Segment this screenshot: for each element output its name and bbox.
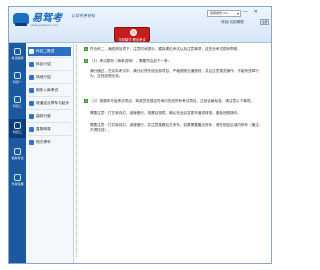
bullet-icon: 2 [84,59,88,63]
nav-item-guide[interactable]: 考试指南 [9,45,26,64]
menu-label: 场地介绍 [36,75,51,79]
divider [28,70,71,71]
nav-item-subject2-top[interactable]: 科目二 [9,93,26,112]
bullet-icon: 1 [84,47,88,51]
app-window: 易驾考 www.yijiakao.com 让驾考更轻松 选择城市 ALL — ✕… [8,6,272,264]
mode-icon [130,29,137,36]
app-logo-text: 易驾考 [32,13,62,24]
mode-button-label: 当前模式·理论考试 [118,38,146,42]
divider [28,57,71,58]
menu-label: 曲线行驶 [36,114,51,118]
nav-label: 科目三 [12,130,22,134]
menu-item-curve[interactable]: 曲线行驶 [28,112,71,121]
nav-label: 科目二 [12,104,22,108]
book-icon [14,48,21,55]
divider [28,122,71,123]
nav-label: 驾考宝典 [11,182,24,186]
nav-label: 模拟考试 [11,156,24,160]
paragraph-2: 2 （1）考试原则（简单说明），需要符合如下一条： [84,59,264,64]
handbook-icon [14,174,21,181]
bullet-icon: 3 [84,99,88,103]
list-icon [29,62,34,67]
car-logo-icon [13,13,29,26]
trial-text: 体验/试用期限 [221,20,244,24]
dotted-guide [76,45,79,257]
paragraph-text: （2）按顺序开始考试项目，驾驶员在规定时间内完成所有考试项目，达到合格标准，请注… [90,99,255,103]
city-select[interactable]: 选择城市 ALL [207,10,241,17]
paragraph-6: 需要注意：打右转向灯，减速慢行，并注意观察后方来车，如果需要靠边停车，请在规定区… [90,123,263,132]
menu-label: 坡道定点停车与起步 [36,101,70,105]
paragraph-text: （1）考试原则（简单说明），需要符合如下一条： [90,59,172,63]
exam-icon [14,148,21,155]
list-icon [29,114,34,119]
menu-label: 侧方停车 [36,140,51,144]
car-icon [14,96,21,103]
divider [28,135,71,136]
menu-item-intro[interactable]: 科目介绍 [28,60,71,69]
nav-item-handbook[interactable]: 驾考宝典 [9,171,26,190]
nav-label: 科目一 [12,80,22,84]
list-icon [29,88,34,93]
paragraph-3: 满分通过，在实际考试中，满分必须完成全部项目，严格按照交通规则，并且注意规范操作… [90,69,259,78]
divider [28,96,71,97]
nav-item-subject2[interactable]: 科目三 [9,119,26,138]
menu-label: 直角转弯 [36,127,51,131]
left-nav: 考试指南 科目一 科目二 科目三 模拟考试 驾考宝典 [9,43,26,263]
menu-label: 科目介绍 [36,62,51,66]
steering-icon [14,122,21,129]
nav-item-mock-exam[interactable]: 模拟考试 [9,145,26,164]
slogan: 让驾考更轻松 [71,13,95,18]
paragraph-4: 3 （2）按顺序开始考试项目，驾驶员在规定时间内完成所有考试项目，达到合格标准，请… [84,99,264,104]
menu-label: 倒车入库考试 [36,88,59,92]
paragraph-1: 1 符合科二，满成绩及项下，注意时间提示，模拟理论考试以及注意事项，这些对考试很有… [84,47,264,52]
nav-label: 考试指南 [11,56,24,60]
list-icon [29,140,34,145]
paragraph-text: 符合科二，满成绩及项下，注意时间提示，模拟理论考试以及注意事项，这些对考试很有帮… [90,47,241,51]
mode-button[interactable]: 当前模式·理论考试 [114,27,150,42]
menu-item-reverse-parking[interactable]: 倒车入库考试 [28,86,71,95]
content-panel: 1 符合科二，满成绩及项下，注意时间提示，模拟理论考试以及注意事项，这些对考试很有… [73,43,271,263]
list-icon [29,127,34,132]
list-icon [29,101,34,106]
register-button[interactable]: 注册 [260,19,269,25]
menu-item-overview[interactable]: 科目二概述 [28,47,71,56]
window-controls[interactable]: — ✕ [243,9,260,15]
list-icon [29,49,34,54]
list-icon [29,75,34,80]
divider [28,109,71,110]
main-body: 考试指南 科目一 科目二 科目三 模拟考试 驾考宝典 科目二概述 科目介绍 场地… [9,43,271,263]
logo-url: www.yijiakao.com [31,23,58,27]
divider [28,83,71,84]
nav-item-subject1[interactable]: 科目一 [9,69,26,88]
menu-item-slope-start[interactable]: 坡道定点停车与起步 [28,99,71,108]
menu-item-right-angle[interactable]: 直角转弯 [28,125,71,134]
menu-item-side-parking[interactable]: 侧方停车 [28,138,71,147]
menu-label: 科目二概述 [36,49,55,53]
document-icon [14,72,21,79]
sub-menu: 科目二概述 科目介绍 场地介绍 倒车入库考试 坡道定点停车与起步 曲线行驶 直角… [28,47,71,263]
header-bar: 易驾考 www.yijiakao.com 让驾考更轻松 选择城市 ALL — ✕… [9,7,271,43]
paragraph-5: 需要注意：打左转向灯，减速慢行，观察后视镜，确认安全后变更车道或转弯，避免违规操… [90,111,241,115]
menu-item-venue[interactable]: 场地介绍 [28,73,71,82]
